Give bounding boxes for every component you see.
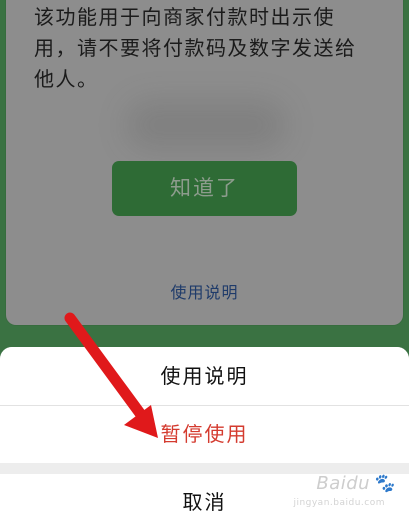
action-sheet: 使用说明 暂停使用 取消 bbox=[0, 347, 409, 522]
dialog-notice-text: 该功能用于向商家付款时出示使 用，请不要将付款码及数字发送给 他人。 bbox=[34, 2, 374, 95]
action-sheet-item-usage[interactable]: 使用说明 bbox=[0, 347, 409, 406]
baidu-watermark: Baidu 🐾 bbox=[316, 473, 397, 494]
notice-line: 该功能用于向商家付款时出示使 bbox=[34, 5, 335, 29]
watermark-text: Baidu bbox=[316, 473, 371, 494]
usage-instructions-link[interactable]: 使用说明 bbox=[0, 279, 409, 303]
notice-line: 用，请不要将付款码及数字发送给 bbox=[34, 36, 357, 60]
dialog-blur-shadow bbox=[126, 100, 286, 150]
got-it-button[interactable]: 知道了 bbox=[112, 161, 297, 216]
action-sheet-item-pause[interactable]: 暂停使用 bbox=[0, 406, 409, 463]
notice-line: 他人。 bbox=[34, 67, 99, 91]
watermark-url: jingyan.baidu.com bbox=[293, 498, 385, 508]
paw-icon: 🐾 bbox=[372, 473, 395, 494]
